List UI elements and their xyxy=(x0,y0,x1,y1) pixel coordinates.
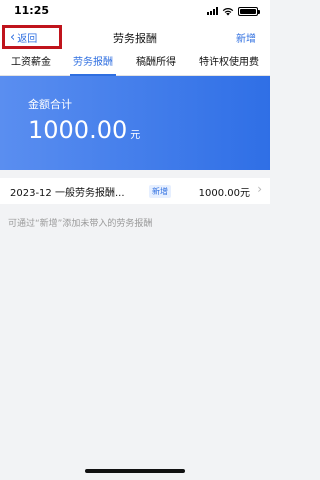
tab-labor-remuneration[interactable]: 劳务报酬 xyxy=(62,52,124,76)
add-button[interactable]: 新增 xyxy=(236,30,256,45)
tab-bar: 工资薪金 劳务报酬 稿酬所得 特许权使用费 xyxy=(0,52,270,76)
summary-unit: 元 xyxy=(130,130,141,141)
summary-label: 金额合计 xyxy=(28,98,72,111)
list-item[interactable]: 2023-12 一般劳务报酬... 新增 1000.00元 › xyxy=(0,178,270,204)
nav-bar: ‹ 返回 劳务报酬 新增 xyxy=(0,22,270,52)
chevron-right-icon: › xyxy=(257,182,262,196)
wifi-icon xyxy=(222,7,234,15)
status-icons xyxy=(207,6,260,16)
tab-salary[interactable]: 工资薪金 xyxy=(0,52,62,76)
signal-icon xyxy=(207,7,218,15)
hint-text: 可通过“新增”添加未带入的劳务报酬 xyxy=(8,219,153,229)
tab-author-remuneration[interactable]: 稿酬所得 xyxy=(124,52,188,76)
page-title: 劳务报酬 xyxy=(113,32,157,45)
summary-amount: 1000.00 元 xyxy=(28,116,140,144)
summary-card: 金额合计 1000.00 元 xyxy=(0,76,270,170)
record-title: 2023-12 一般劳务报酬... xyxy=(10,188,125,199)
tab-royalties[interactable]: 特许权使用费 xyxy=(188,52,270,76)
summary-amount-value: 1000.00 xyxy=(28,116,128,144)
status-time: 11:25 xyxy=(14,4,50,17)
battery-icon xyxy=(238,6,260,16)
status-badge: 新增 xyxy=(149,185,171,198)
record-amount: 1000.00元 xyxy=(198,188,250,199)
status-bar: 11:25 xyxy=(0,0,270,22)
home-indicator xyxy=(85,469,185,473)
